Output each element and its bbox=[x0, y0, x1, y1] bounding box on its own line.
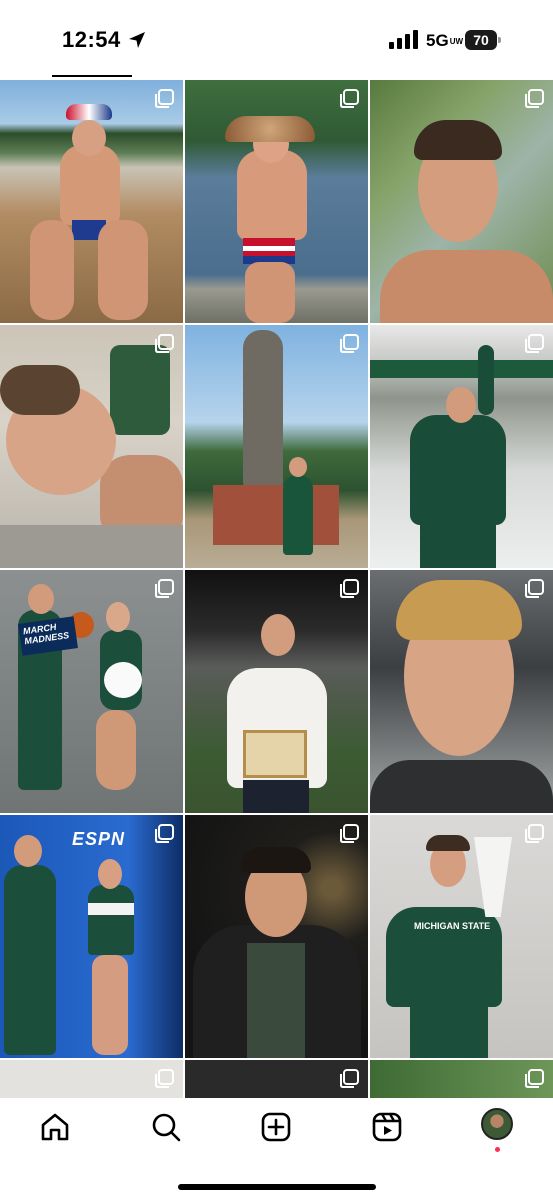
multiple-photos-icon bbox=[525, 89, 544, 108]
post-tile-partial-2[interactable] bbox=[185, 1060, 368, 1098]
post-tile-partial-3[interactable] bbox=[370, 1060, 553, 1098]
post-tile-boat[interactable] bbox=[0, 80, 183, 323]
multiple-photos-icon bbox=[155, 334, 174, 353]
multiple-photos-icon bbox=[525, 1069, 544, 1088]
multiple-photos-icon bbox=[155, 824, 174, 843]
notification-dot bbox=[495, 1147, 500, 1152]
multiple-photos-icon bbox=[155, 579, 174, 598]
post-tile-cheer-stage[interactable]: ESPN bbox=[0, 815, 183, 1058]
status-bar: 12:54 5GUW 70 bbox=[0, 0, 553, 80]
profile-avatar[interactable] bbox=[481, 1108, 513, 1140]
post-tile-gym-selfie[interactable] bbox=[370, 570, 553, 813]
signal-bars-icon bbox=[389, 30, 418, 49]
battery-icon: 70 bbox=[465, 30, 501, 50]
multiple-photos-icon bbox=[155, 89, 174, 108]
post-tile-michigan-state[interactable]: MICHIGAN STATE bbox=[370, 815, 553, 1058]
multiple-photos-icon bbox=[525, 579, 544, 598]
espn-logo: ESPN bbox=[72, 829, 126, 849]
post-tile-lying-selfie[interactable] bbox=[0, 325, 183, 568]
multiple-photos-icon bbox=[340, 334, 359, 353]
shirt-text: MICHIGAN STATE bbox=[414, 921, 491, 931]
multiple-photos-icon bbox=[340, 1069, 359, 1088]
post-tile-partial-1[interactable] bbox=[0, 1060, 183, 1098]
battery-level: 70 bbox=[465, 30, 497, 50]
search-icon[interactable] bbox=[149, 1110, 183, 1144]
post-tile-field-frame[interactable] bbox=[185, 570, 368, 813]
reels-icon[interactable] bbox=[370, 1110, 404, 1144]
post-tile-march-madness[interactable]: MARCH MADNESS bbox=[0, 570, 183, 813]
multiple-photos-icon bbox=[340, 579, 359, 598]
status-time: 12:54 bbox=[62, 27, 121, 52]
post-tile-statue[interactable] bbox=[185, 325, 368, 568]
post-tile-night-portrait[interactable] bbox=[185, 815, 368, 1058]
post-tile-outdoor-selfie[interactable] bbox=[370, 80, 553, 323]
multiple-photos-icon bbox=[340, 824, 359, 843]
create-icon[interactable] bbox=[259, 1110, 293, 1144]
multiple-photos-icon bbox=[340, 89, 359, 108]
post-tile-stadium[interactable] bbox=[370, 325, 553, 568]
location-arrow-icon bbox=[129, 32, 145, 48]
bottom-navigation-bar bbox=[0, 1098, 553, 1200]
home-indicator[interactable] bbox=[178, 1184, 376, 1190]
multiple-photos-icon bbox=[155, 1069, 174, 1088]
active-app-indicator bbox=[52, 75, 132, 77]
network-type: 5GUW bbox=[426, 31, 464, 50]
profile-post-grid: MARCH MADNESS ESPN MICHIGAN STATE bbox=[0, 80, 553, 1098]
home-icon[interactable] bbox=[38, 1110, 72, 1144]
multiple-photos-icon bbox=[525, 824, 544, 843]
march-madness-logo: MARCH MADNESS bbox=[18, 616, 78, 656]
multiple-photos-icon bbox=[525, 334, 544, 353]
post-tile-lake[interactable] bbox=[185, 80, 368, 323]
